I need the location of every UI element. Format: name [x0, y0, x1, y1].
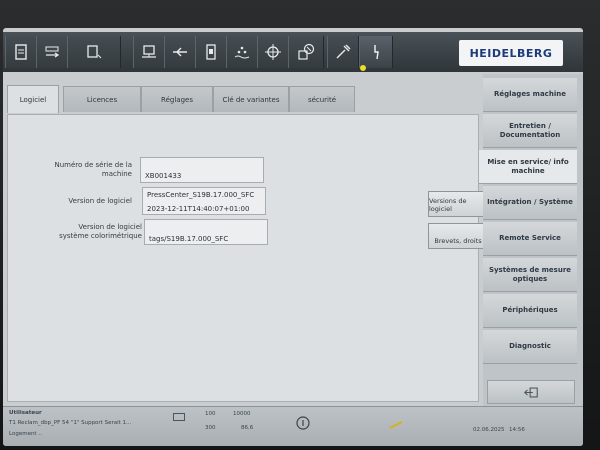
- software-versions-button[interactable]: Versions de logiciel: [428, 191, 488, 217]
- press-unit-icon[interactable]: [133, 36, 165, 68]
- status-date: 02.06.2025: [473, 427, 505, 433]
- counter-icon: [173, 413, 185, 421]
- software-version-line2: 2023-12-11T14:40:07+01:00: [147, 205, 250, 213]
- tab-cle-de-variantes[interactable]: Clé de variantes: [213, 86, 289, 112]
- patents-rights-button[interactable]: Brevets, droits: [428, 223, 488, 249]
- counter-a: 100: [205, 411, 216, 417]
- software-version-label: Version de logiciel: [68, 197, 132, 205]
- serial-number-field: XB001433: [140, 157, 264, 183]
- tab-securite[interactable]: sécurité: [289, 86, 355, 112]
- status-storage-line: Logement ..: [9, 431, 42, 437]
- top-toolbar: HEIDELBERG: [3, 32, 583, 72]
- arrow-icon[interactable]: [164, 36, 196, 68]
- software-version-line1: PressCenter_S19B.17.000_SFC: [147, 191, 255, 199]
- info-timer-icon[interactable]: [295, 415, 311, 431]
- tab-licences[interactable]: Licences: [63, 86, 141, 112]
- layout-icon[interactable]: [67, 36, 121, 68]
- tools-icon[interactable]: [327, 36, 359, 68]
- color-system-version-value: tags/S19B.17.000_SFC: [149, 235, 229, 243]
- nav-reglages-machine[interactable]: Réglages machine: [483, 78, 577, 112]
- register-icon[interactable]: [257, 36, 289, 68]
- nav-diagnostic[interactable]: Diagnostic: [483, 330, 577, 364]
- exit-button[interactable]: [487, 380, 575, 404]
- tab-reglages[interactable]: Réglages: [141, 86, 213, 112]
- transfer-icon[interactable]: [36, 36, 68, 68]
- counter-c: 300: [205, 425, 216, 431]
- status-user-title: Utilisateur: [9, 410, 42, 416]
- tab-bar: Logiciel Licences Réglages Clé de varian…: [7, 85, 477, 114]
- status-bar: Utilisateur T1 Reclam_dbp_PF 54 "1" Supp…: [3, 406, 583, 446]
- power-icon[interactable]: [359, 36, 393, 68]
- color-system-version-field: tags/S19B.17.000_SFC: [144, 219, 268, 245]
- nav-integration-systeme[interactable]: Intégration / Système: [483, 186, 577, 220]
- nav-mise-en-service[interactable]: Mise en service/ info machine: [479, 150, 577, 184]
- tab-logiciel[interactable]: Logiciel: [7, 85, 59, 113]
- feeder-icon[interactable]: [195, 36, 227, 68]
- right-navigation: Réglages machine Entretien / Documentati…: [479, 74, 583, 446]
- nav-entretien-documentation[interactable]: Entretien / Documentation: [483, 114, 577, 148]
- pen-icon: [389, 421, 403, 429]
- counter-b: 10000: [233, 411, 251, 417]
- status-indicator-dot: [360, 65, 366, 71]
- counter-d: 86.6: [241, 425, 254, 431]
- screen: HEIDELBERG Logiciel Licences Réglages Cl…: [3, 28, 583, 446]
- nav-remote-service[interactable]: Remote Service: [483, 222, 577, 256]
- color-system-version-label: Version de logiciel système colorimétriq…: [59, 223, 142, 240]
- status-time: 14:56: [509, 427, 525, 433]
- exit-icon: [524, 387, 538, 397]
- status-job-line: T1 Reclam_dbp_PF 54 "1" Support Serait 1…: [9, 420, 132, 426]
- document-icon[interactable]: [5, 36, 37, 68]
- serial-number-value: XB001433: [145, 172, 182, 180]
- nav-systemes-mesure-optiques[interactable]: Systèmes de mesure optiques: [483, 258, 577, 292]
- nav-peripheriques[interactable]: Périphériques: [483, 294, 577, 328]
- dampening-icon[interactable]: [226, 36, 258, 68]
- serial-number-label: Numéro de série de la machine: [54, 161, 132, 178]
- heidelberg-logo: HEIDELBERG: [459, 40, 563, 66]
- software-version-field: PressCenter_S19B.17.000_SFC 2023-12-11T1…: [142, 187, 266, 215]
- software-info-panel: Numéro de série de la machine XB001433 V…: [7, 114, 488, 402]
- color-icon[interactable]: [288, 36, 324, 68]
